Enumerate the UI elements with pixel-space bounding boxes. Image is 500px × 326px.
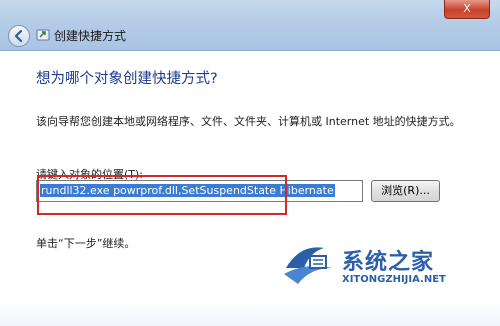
watermark-name-en: XITONGZHIJIA.NET <box>342 274 446 285</box>
highlight-annotation <box>37 175 287 215</box>
next-hint: 单击“下一步”继续。 <box>36 237 136 250</box>
shortcut-wizard-icon <box>36 29 50 41</box>
bottom-fade <box>0 300 500 326</box>
create-shortcut-window: X 创建快捷方式 想为哪个对象创建快捷方式? 该向导帮您创建本地或网络程序、文件… <box>0 0 500 326</box>
wizard-description: 该向导帮您创建本地或网络程序、文件、文件夹、计算机或 Internet 地址的快… <box>36 115 461 128</box>
title-bar: X 创建快捷方式 <box>0 0 500 51</box>
close-button[interactable]: X <box>444 0 490 19</box>
wizard-title: 创建快捷方式 <box>54 29 127 43</box>
back-button[interactable] <box>8 25 30 47</box>
back-arrow-icon <box>14 29 23 43</box>
watermark-name-cn: 系统之家 <box>342 250 435 275</box>
browse-button[interactable]: 浏览(R)... <box>371 180 440 202</box>
page-heading: 想为哪个对象创建快捷方式? <box>36 71 218 87</box>
watermark-logo-icon <box>284 247 332 284</box>
